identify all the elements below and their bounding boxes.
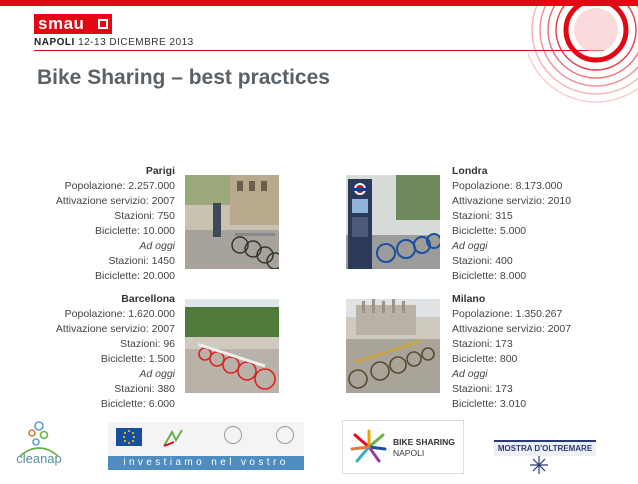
today-label: Ad oggi <box>139 240 175 252</box>
londra-photo <box>346 175 440 269</box>
stat-line: Attivazione servizio: 2010 <box>452 195 572 207</box>
compass-star-icon <box>530 456 548 474</box>
ministry-emblem-icon <box>224 426 242 444</box>
stat-line: Stazioni: 380 <box>114 383 175 395</box>
stat-line: Biciclette: 3.010 <box>452 398 527 410</box>
stat-line: Biciclette: 8.000 <box>452 270 527 282</box>
today-label: Ad oggi <box>452 240 488 252</box>
parigi-stats: Parigi Popolazione: 2.257.000 Attivazion… <box>40 164 175 284</box>
smau-logo: smau <box>34 14 112 34</box>
today-label: Ad oggi <box>139 368 175 380</box>
header-divider <box>34 50 604 51</box>
bike-sharing-napoli-logo: BIKE SHARING NAPOLI <box>342 420 464 474</box>
stat-line: Biciclette: 800 <box>452 353 518 365</box>
slide-title: Bike Sharing – best practices <box>37 66 330 89</box>
stat-line: Stazioni: 96 <box>120 338 175 350</box>
stat-line: Attivazione servizio: 2007 <box>55 195 175 207</box>
today-label: Ad oggi <box>452 368 488 380</box>
bike-sharing-title: BIKE SHARING <box>393 437 455 447</box>
stat-line: Stazioni: 1450 <box>108 255 175 267</box>
mostra-oltremare-logo: MOSTRA D'OLTREMARE <box>494 440 596 456</box>
stat-line: Stazioni: 750 <box>114 210 175 222</box>
cleanap-text: cleanap <box>16 451 62 466</box>
decorative-circles-graphic <box>528 0 638 103</box>
funding-logos <box>108 422 304 456</box>
stat-line: Stazioni: 173 <box>452 383 513 395</box>
stat-line: Biciclette: 6.000 <box>100 398 175 410</box>
milano-photo <box>346 299 440 393</box>
stat-line: Stazioni: 400 <box>452 255 513 267</box>
city-name: Parigi <box>145 165 175 177</box>
stat-line: Popolazione: 1.620.000 <box>64 308 175 320</box>
event-dates: 12-13 DICEMBRE 2013 <box>78 37 194 48</box>
londra-stats: Londra Popolazione: 8.173.000 Attivazion… <box>452 164 602 284</box>
stat-line: Stazioni: 315 <box>452 210 513 222</box>
stat-line: Biciclette: 5.000 <box>452 225 527 237</box>
footer-logos: cleanap investiamo nel vostro futuro BIK… <box>0 418 638 482</box>
stat-line: Biciclette: 20.000 <box>95 270 175 282</box>
stat-line: Attivazione servizio: 2007 <box>55 323 175 335</box>
barcellona-stats: Barcellona Popolazione: 1.620.000 Attiva… <box>40 292 175 412</box>
motto-bar: investiamo nel vostro futuro <box>108 456 304 482</box>
bike-sharing-city: NAPOLI <box>393 448 425 458</box>
city-name: Milano <box>452 293 486 305</box>
logo-text: smau <box>38 14 85 33</box>
milano-stats: Milano Popolazione: 1.350.267 Attivazion… <box>452 292 602 412</box>
competitivita-logo-icon <box>162 428 184 448</box>
stat-line: Popolazione: 1.350.267 <box>452 308 563 320</box>
parigi-photo <box>185 175 279 269</box>
stat-line: Biciclette: 10.000 <box>95 225 175 237</box>
stat-line: Attivazione servizio: 2007 <box>452 323 572 335</box>
stat-line: Popolazione: 2.257.000 <box>64 180 175 192</box>
barcellona-photo <box>185 299 279 393</box>
stat-line: Popolazione: 8.173.000 <box>452 180 563 192</box>
bike-sharing-burst-icon <box>350 429 387 463</box>
republic-emblem-icon <box>276 426 294 444</box>
city-name: Londra <box>452 165 488 177</box>
eu-flag-icon <box>116 428 142 446</box>
event-city: NAPOLI <box>34 37 75 48</box>
event-info: NAPOLI 12-13 DICEMBRE 2013 <box>34 37 194 48</box>
stat-line: Stazioni: 173 <box>452 338 513 350</box>
city-name: Barcellona <box>121 293 175 305</box>
stat-line: Biciclette: 1.500 <box>100 353 175 365</box>
